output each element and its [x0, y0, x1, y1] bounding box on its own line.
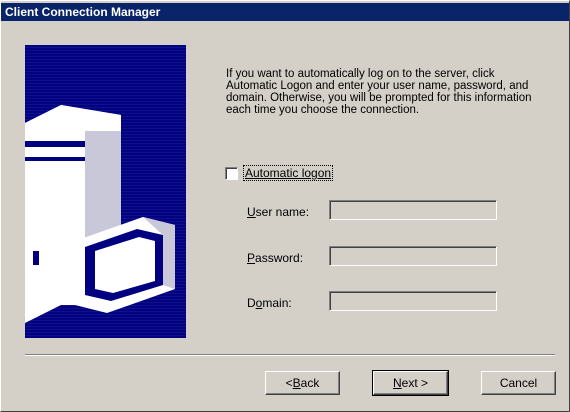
cancel-button[interactable]: Cancel: [481, 371, 556, 395]
username-label-post: ser name:: [255, 205, 310, 219]
domain-input[interactable]: [329, 291, 497, 311]
wizard-illustration-panel: [25, 45, 186, 338]
back-button-key: B: [292, 376, 301, 390]
next-button-key: N: [392, 376, 402, 390]
username-input[interactable]: [329, 200, 497, 220]
button-separator: [25, 354, 555, 356]
title-bar[interactable]: Client Connection Manager: [1, 3, 569, 21]
back-button[interactable]: < Back: [265, 371, 340, 395]
back-button-rest: ack: [300, 376, 320, 390]
domain-label: Domain:: [247, 296, 292, 310]
automatic-logon-label[interactable]: Automatic logon: [242, 165, 334, 181]
window-title: Client Connection Manager: [5, 5, 161, 19]
automatic-logon-checkbox[interactable]: Automatic logon: [225, 165, 334, 181]
automatic-logon-label-text: Automatic logon: [245, 166, 332, 180]
password-label: Password:: [247, 251, 303, 265]
username-label: User name:: [247, 205, 309, 219]
computer-monitor-illustration-icon: [25, 105, 175, 323]
password-label-key: P: [247, 251, 256, 265]
domain-label-pre: D: [247, 296, 256, 310]
wizard-window: Client Connection Manager If you want to…: [0, 0, 570, 412]
password-label-post: assword:: [255, 251, 304, 265]
intro-text: If you want to automatically log on to t…: [226, 68, 532, 116]
back-button-prefix: <: [285, 376, 293, 390]
checkbox-box[interactable]: [225, 166, 238, 180]
password-input[interactable]: [329, 246, 497, 266]
next-button-rest: ext >: [401, 376, 429, 390]
domain-label-post: main:: [262, 296, 292, 310]
next-button[interactable]: Next >: [372, 370, 449, 396]
username-label-key: U: [247, 205, 256, 219]
